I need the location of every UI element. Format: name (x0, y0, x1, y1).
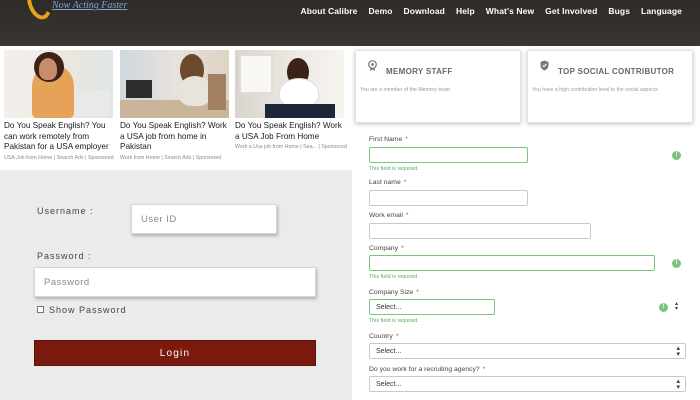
badge-card-top-contributor: TOP SOCIAL CONTRIBUTOR You have a high c… (527, 50, 693, 123)
nav-language[interactable]: Language (641, 6, 682, 16)
ad-headline-2[interactable]: Do You Speak English? Work a USA job fro… (120, 121, 229, 153)
country-select[interactable]: Select... ▴ ▾ (369, 343, 686, 359)
company-size-error: This field is required. (369, 318, 419, 324)
company-error: This field is required. (369, 274, 419, 280)
ad-card-2[interactable]: Do You Speak English? Work a USA job fro… (120, 50, 229, 161)
work-email-input[interactable] (369, 223, 591, 239)
calibre-logo-icon[interactable] (22, 0, 56, 23)
nav-whats-new[interactable]: What's New (486, 6, 534, 16)
country-value: Select... (376, 347, 402, 355)
ad-meta-3: Work a Usa job from Home | Sea... | Spon… (235, 144, 347, 150)
ad-meta-1: USA Job from Home | Search Ads | Sponsor… (4, 154, 114, 161)
nav-help[interactable]: Help (456, 6, 475, 16)
badge-description: You are a member of the Memory team (360, 87, 451, 93)
nav-download[interactable]: Download (404, 6, 445, 16)
ad-image-2[interactable] (120, 50, 229, 118)
recruiting-agency-select[interactable]: Select... ▴ ▾ (369, 376, 686, 392)
ad-card-3[interactable]: Do You Speak English? Work a USA Job Fro… (235, 50, 347, 150)
error-indicator-icon: ! (659, 303, 668, 312)
company-size-value: Select... (376, 303, 402, 311)
error-indicator-icon: ! (672, 151, 681, 160)
ad-card-1[interactable]: Do You Speak English? You can work remot… (4, 50, 114, 161)
last-name-input[interactable] (369, 190, 528, 206)
main-nav: About Calibre Demo Download Help What's … (300, 0, 682, 22)
password-label: Password : (37, 251, 92, 261)
ad-image-1[interactable] (4, 50, 113, 118)
login-panel: Username : User ID Password : Password S… (0, 170, 352, 400)
nav-about-calibre[interactable]: About Calibre (300, 6, 357, 16)
error-indicator-icon: ! (672, 259, 681, 268)
badge-title: TOP SOCIAL CONTRIBUTOR (558, 67, 675, 76)
username-input[interactable]: User ID (131, 204, 277, 234)
ad-headline-1[interactable]: Do You Speak English? You can work remot… (4, 121, 113, 153)
password-input[interactable]: Password (34, 267, 316, 297)
brand-tagline[interactable]: Now Acting Faster (52, 0, 127, 11)
last-name-label: Last name * (369, 179, 407, 186)
badge-icon (368, 60, 377, 74)
first-name-label: First Name * (369, 136, 408, 143)
page: Now Acting Faster About Calibre Demo Dow… (0, 0, 700, 400)
country-label: Country * (369, 333, 399, 340)
select-arrows-icon[interactable]: ▴ ▾ (675, 301, 678, 312)
chevron-updown-icon: ▴ ▾ (676, 378, 680, 391)
sponsored-ads: Do You Speak English? You can work remot… (0, 46, 352, 166)
ad-meta-2: Work from Home | Search Ads | Sponsored (120, 154, 222, 161)
first-name-error: This field is required. (369, 166, 419, 172)
company-size-select[interactable]: Select... (369, 299, 495, 315)
ad-headline-3[interactable]: Do You Speak English? Work a USA Job Fro… (235, 121, 344, 142)
show-password-checkbox[interactable] (37, 306, 44, 313)
login-button[interactable]: Login (34, 340, 316, 366)
badge-description: You have a high contribution level to th… (532, 87, 658, 93)
recruiting-agency-value: Select... (376, 380, 402, 388)
first-name-input[interactable] (369, 147, 528, 163)
ad-image-3[interactable] (235, 50, 344, 118)
nav-demo[interactable]: Demo (369, 6, 393, 16)
nav-get-involved[interactable]: Get Involved (545, 6, 597, 16)
company-size-label: Company Size * (369, 289, 419, 296)
top-nav-bar: Now Acting Faster About Calibre Demo Dow… (0, 0, 700, 46)
chevron-updown-icon: ▴ ▾ (676, 345, 680, 358)
badge-card-memory-staff: MEMORY STAFF You are a member of the Mem… (355, 50, 521, 123)
company-label: Company * (369, 245, 404, 252)
work-email-label: Work email * (369, 212, 409, 219)
nav-bugs[interactable]: Bugs (608, 6, 630, 16)
recruiting-agency-label: Do you work for a recruiting agency? * (369, 366, 486, 373)
show-password-label[interactable]: Show Password (49, 305, 127, 315)
company-input[interactable] (369, 255, 655, 271)
shield-check-icon (540, 60, 549, 74)
username-label: Username : (37, 206, 94, 216)
badge-title: MEMORY STAFF (386, 67, 453, 76)
